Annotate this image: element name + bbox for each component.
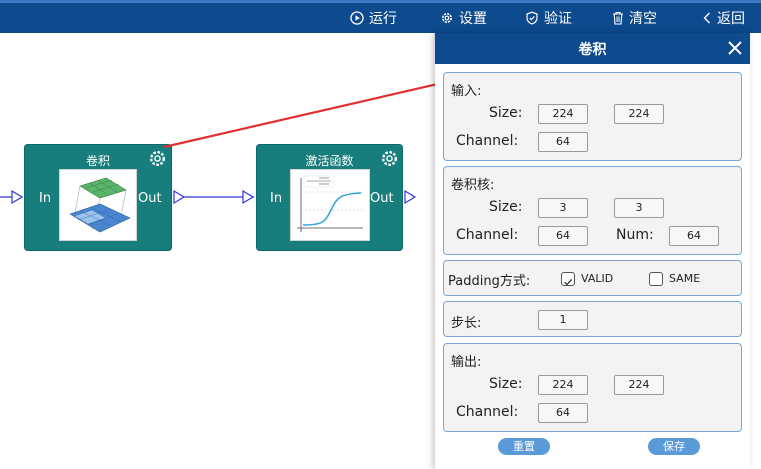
input-channel-field[interactable]: 64: [538, 132, 588, 152]
padding-label: Padding方式:: [448, 274, 531, 289]
input-heading: 输入:: [451, 84, 482, 99]
kernel-size-label: Size:: [489, 199, 523, 215]
same-label: SAME: [669, 272, 701, 285]
save-button[interactable]: 保存: [648, 438, 700, 455]
output-size-label: Size:: [489, 376, 523, 392]
reset-button[interactable]: 重置: [498, 438, 550, 455]
kernel-num-field[interactable]: 64: [669, 226, 719, 246]
kernel-size-height-field[interactable]: 3: [614, 198, 664, 218]
kernel-group: 卷积核: Size: 3 3 Channel: 64 Num: 64: [443, 166, 742, 255]
input-group: 输入: Size: 224 224 Channel: 64: [443, 72, 742, 161]
input-size-width-field[interactable]: 224: [538, 104, 588, 124]
kernel-channel-field[interactable]: 64: [538, 226, 588, 246]
output-size-width-field[interactable]: 224: [538, 375, 588, 395]
padding-group: Padding方式: VALID SAME: [443, 260, 742, 296]
output-channel-label: Channel:: [456, 404, 519, 420]
conv-settings-panel: 卷积 输入: Size: 224 224 Channel: 64 卷积核: Si…: [435, 33, 750, 469]
valid-label: VALID: [581, 272, 614, 285]
output-group: 输出: Size: 224 224 Channel: 64: [443, 343, 742, 432]
kernel-size-width-field[interactable]: 3: [538, 198, 588, 218]
output-channel-field[interactable]: 64: [538, 403, 588, 423]
panel-header: 卷积: [435, 33, 750, 64]
panel-title: 卷积: [578, 42, 607, 58]
kernel-num-label: Num:: [616, 227, 654, 243]
output-heading: 输出:: [451, 355, 482, 370]
input-channel-label: Channel:: [456, 133, 519, 149]
stride-label: 步长:: [451, 316, 482, 331]
stride-field[interactable]: 1: [538, 310, 588, 330]
checkmark-icon: [564, 278, 573, 286]
stride-group: 步长: 1: [443, 301, 742, 337]
valid-checkbox[interactable]: [561, 272, 575, 286]
input-size-height-field[interactable]: 224: [614, 104, 664, 124]
close-icon[interactable]: [724, 37, 746, 59]
output-size-height-field[interactable]: 224: [614, 375, 664, 395]
kernel-heading: 卷积核:: [451, 178, 495, 193]
same-checkbox[interactable]: [649, 272, 663, 286]
kernel-channel-label: Channel:: [456, 227, 519, 243]
input-size-label: Size:: [489, 105, 523, 121]
